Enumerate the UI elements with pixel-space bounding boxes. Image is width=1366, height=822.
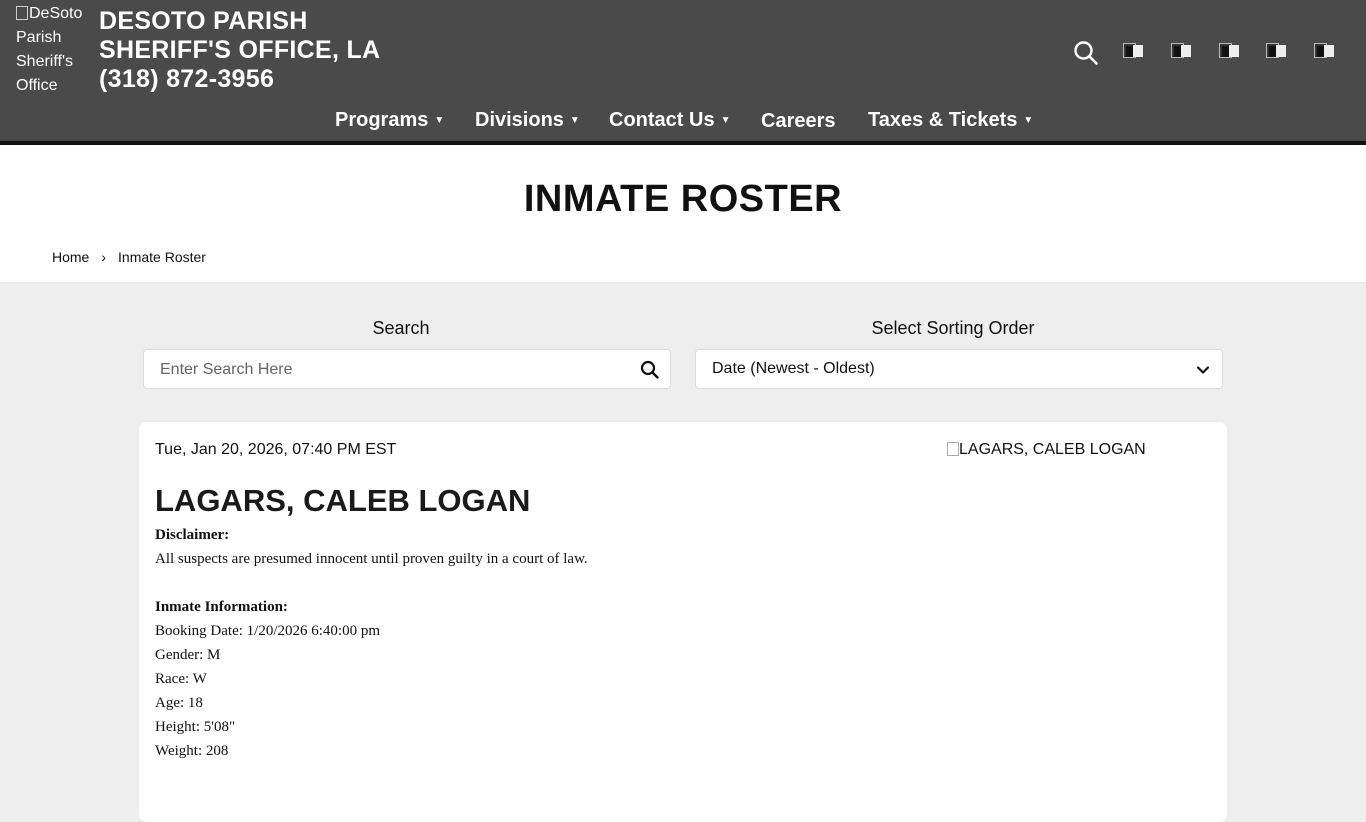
main-nav: Programs ▼ Divisions ▼ Contact Us ▼ Careers… [0,106,1366,136]
social-icon-3[interactable] [1219,43,1241,61]
breadcrumb-separator-icon: › [101,249,107,265]
social-icon-4[interactable] [1266,43,1288,61]
nav-item-programs[interactable]: Programs ▼ [335,106,444,135]
nav-label: Divisions [475,109,564,131]
nav-item-contact-us[interactable]: Contact Us ▼ [609,106,730,135]
inmate-photo-alt: LAGARS, CALEB LOGAN [959,441,1146,458]
search-icon[interactable] [640,360,660,380]
caret-down-icon: ▼ [569,115,580,126]
nav-label: Careers [761,110,836,132]
caret-down-icon: ▼ [720,115,731,126]
nav-item-careers[interactable]: Careers [761,107,836,135]
inmate-card: Tue, Jan 20, 2026, 07:40 PM EST LAGARS, … [139,422,1227,822]
social-icon-2[interactable] [1171,43,1193,61]
site-title[interactable]: DESOTO PARISH SHERIFF'S OFFICE, LA (318)… [99,7,380,94]
search-field[interactable] [143,349,671,389]
nav-item-divisions[interactable]: Divisions ▼ [475,106,580,135]
caret-down-icon: ▼ [1023,115,1034,126]
header-search-icon[interactable] [1073,40,1099,66]
social-icon-1[interactable] [1123,43,1145,61]
broken-image-icon [947,442,959,456]
broken-image-icon [16,6,28,20]
search-input[interactable] [160,359,630,381]
breadcrumb-current: Inmate Roster [118,249,206,265]
sort-order-value: Date (Newest - Oldest) [712,360,875,377]
nav-label: Taxes & Tickets [868,109,1018,131]
social-icon-5[interactable] [1314,43,1336,61]
disclaimer-label: Disclaimer: [155,527,230,543]
disclaimer-text: All suspects are presumed innocent until… [155,551,588,567]
site-logo[interactable]: DeSoto Parish Sheriff's Office [16,2,94,98]
nav-label: Programs [335,109,429,131]
site-title-line-1: DESOTO PARISH [99,7,308,35]
nav-item-taxes-tickets[interactable]: Taxes & Tickets ▼ [868,106,1033,135]
site-phone[interactable]: (318) 872-3956 [99,65,380,94]
sort-order-select[interactable]: Date (Newest - Oldest) [695,349,1223,389]
weight: Weight: 208 [155,743,229,759]
breadcrumb-home-link[interactable]: Home [52,249,89,265]
caret-down-icon: ▼ [434,115,445,126]
page-title: INMATE ROSTER [523,178,843,220]
inmate-photo: LAGARS, CALEB LOGAN [947,441,1146,459]
chevron-down-icon [1196,363,1210,377]
breadcrumb: Home › Inmate Roster [52,249,206,265]
booking-date: Booking Date: 1/20/2026 6:40:00 pm [155,623,380,639]
inmate-info-label: Inmate Information: [155,599,288,615]
booking-timestamp: Tue, Jan 20, 2026, 07:40 PM EST [155,441,397,458]
site-header: DeSoto Parish Sheriff's Office DESOTO PA… [0,0,1366,141]
site-title-line-2: SHERIFF'S OFFICE, LA [99,36,381,64]
age: Age: 18 [155,695,203,711]
sort-label: Select Sorting Order [871,318,1035,338]
height: Height: 5'08" [155,719,236,735]
race: Race: W [155,671,207,687]
nav-label: Contact Us [609,109,715,131]
search-label: Search [372,318,430,338]
inmate-name[interactable]: LAGARS, CALEB LOGAN [155,483,530,519]
inmate-details: Disclaimer: All suspects are presumed in… [155,523,588,763]
gender: Gender: M [155,647,221,663]
